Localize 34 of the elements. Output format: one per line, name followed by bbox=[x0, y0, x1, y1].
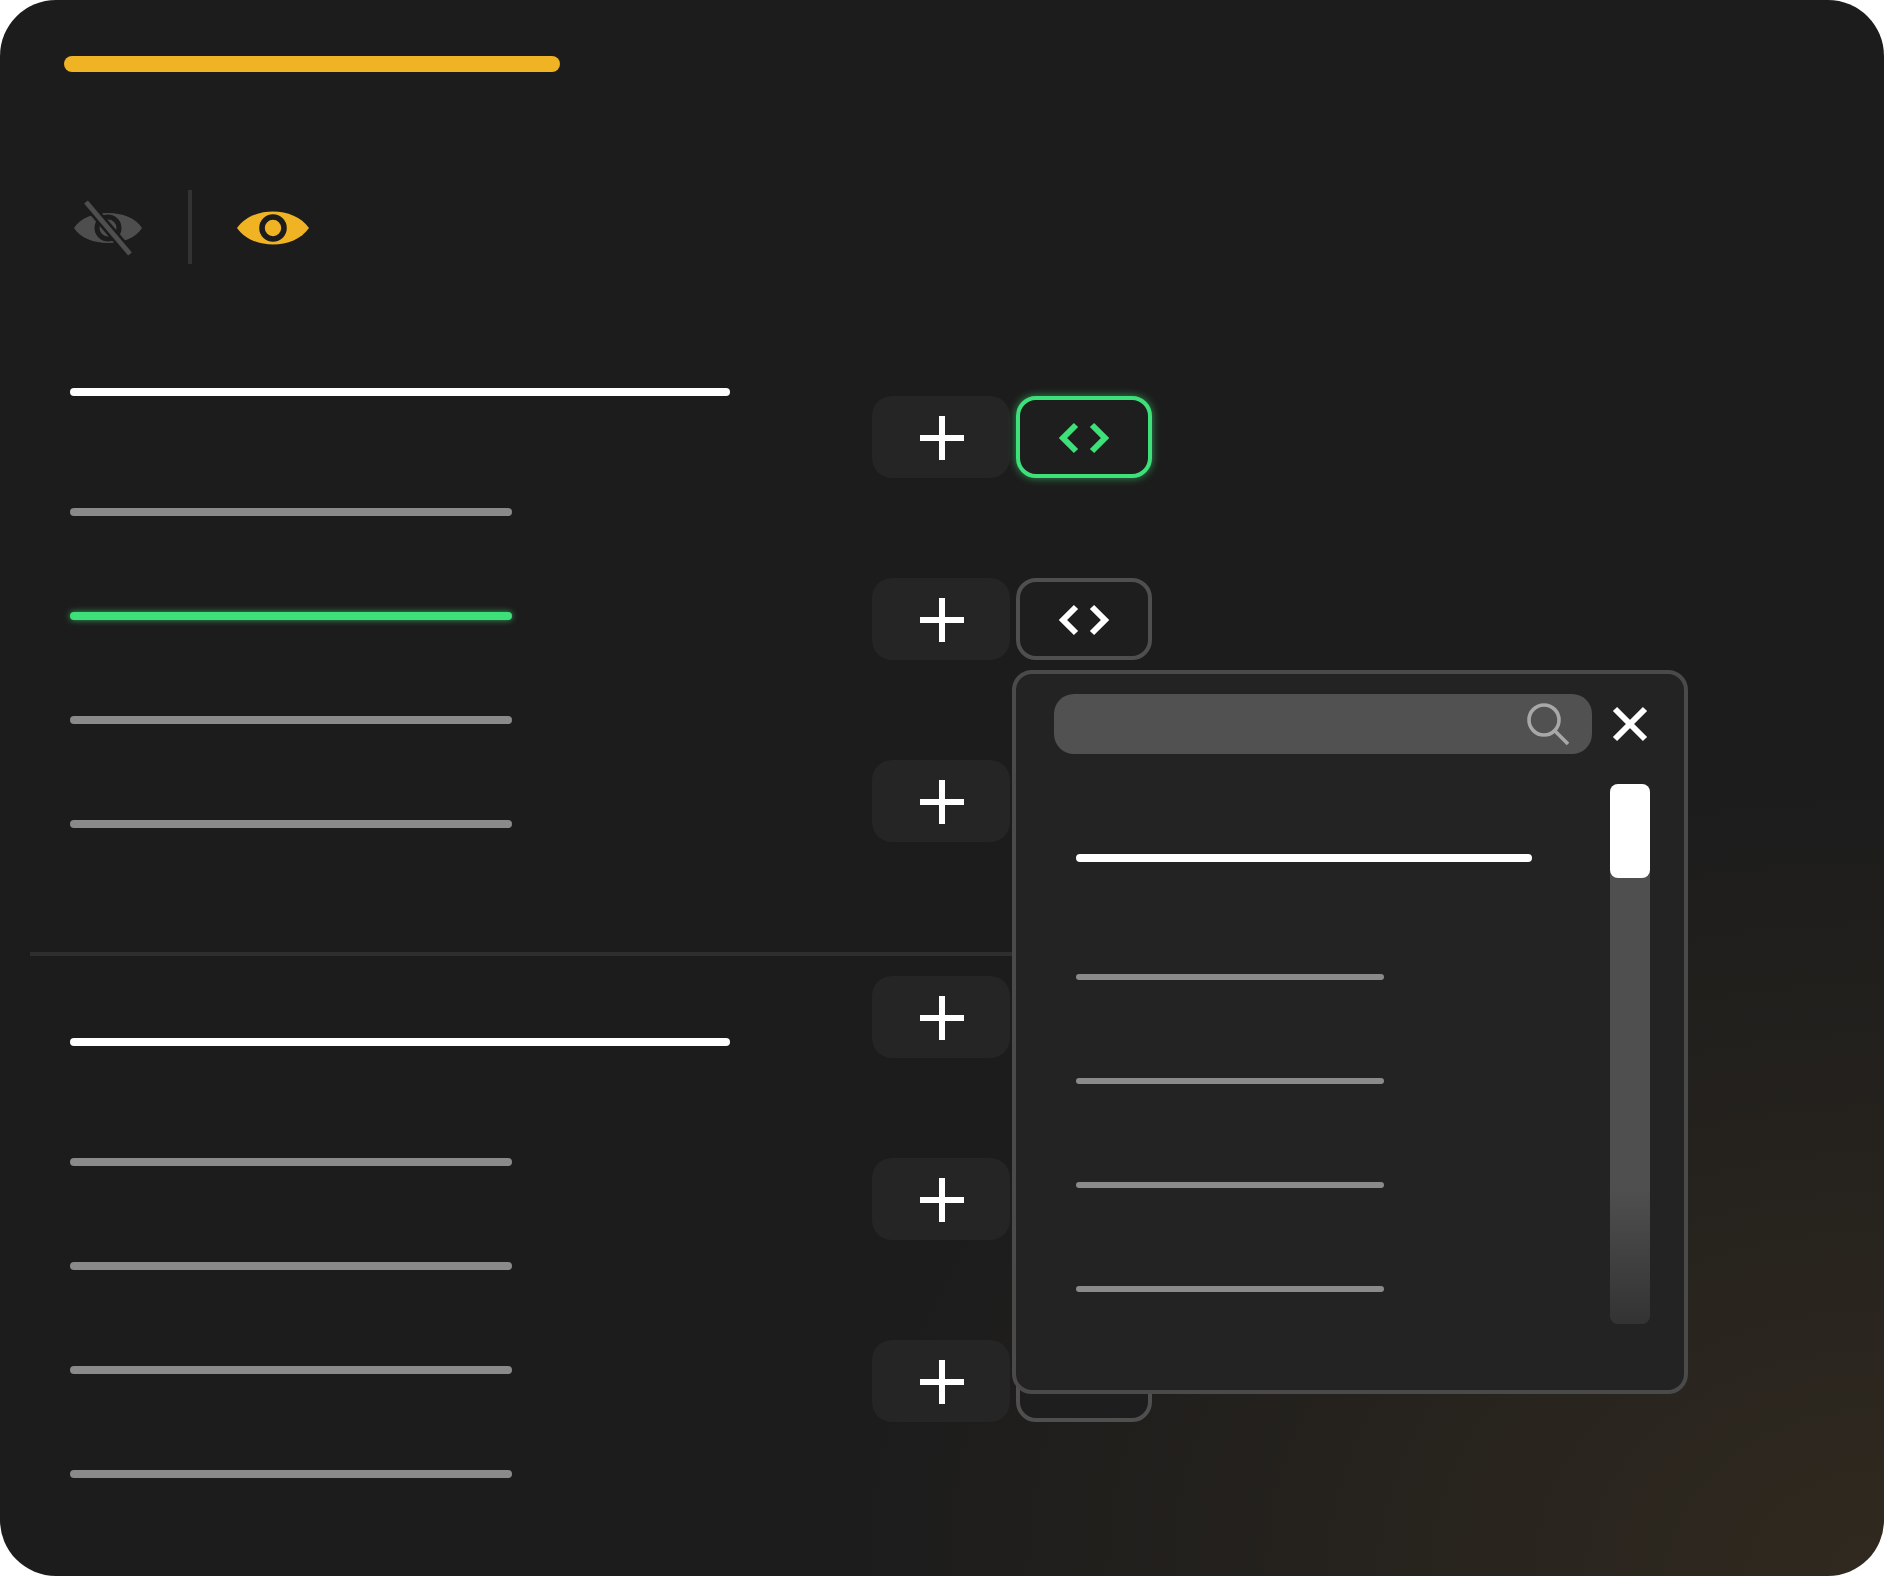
plus-icon bbox=[917, 1357, 965, 1405]
close-icon[interactable] bbox=[1612, 706, 1648, 742]
text-placeholder[interactable] bbox=[70, 1470, 512, 1478]
add-button[interactable] bbox=[872, 976, 1010, 1058]
plus-icon bbox=[917, 777, 965, 825]
add-button[interactable] bbox=[872, 578, 1010, 660]
text-placeholder[interactable] bbox=[70, 508, 512, 516]
text-placeholder[interactable] bbox=[70, 1366, 512, 1374]
plus-icon bbox=[917, 993, 965, 1041]
text-placeholder[interactable] bbox=[70, 716, 512, 724]
plus-icon bbox=[917, 1175, 965, 1223]
scrollbar-track[interactable] bbox=[1610, 784, 1650, 1324]
scrollbar-thumb[interactable] bbox=[1610, 784, 1650, 878]
eye-slash-icon[interactable] bbox=[72, 195, 144, 259]
option-placeholder[interactable] bbox=[1076, 1078, 1384, 1084]
add-button[interactable] bbox=[872, 1158, 1010, 1240]
option-placeholder[interactable] bbox=[1076, 1182, 1384, 1188]
code-button[interactable] bbox=[1016, 396, 1152, 478]
search-icon bbox=[1526, 702, 1570, 746]
code-brackets-icon bbox=[1058, 603, 1110, 635]
option-placeholder[interactable] bbox=[1076, 1286, 1384, 1292]
option-placeholder[interactable] bbox=[1076, 974, 1384, 980]
text-placeholder[interactable] bbox=[70, 612, 512, 620]
code-button[interactable] bbox=[1016, 578, 1152, 660]
plus-icon bbox=[917, 413, 965, 461]
text-placeholder[interactable] bbox=[70, 1158, 512, 1166]
add-button[interactable] bbox=[872, 1340, 1010, 1422]
add-button[interactable] bbox=[872, 760, 1010, 842]
text-placeholder[interactable] bbox=[70, 820, 512, 828]
code-brackets-icon bbox=[1058, 421, 1110, 453]
text-placeholder[interactable] bbox=[70, 1262, 512, 1270]
add-button[interactable] bbox=[872, 396, 1010, 478]
plus-icon bbox=[917, 595, 965, 643]
search-field[interactable] bbox=[1054, 694, 1592, 754]
